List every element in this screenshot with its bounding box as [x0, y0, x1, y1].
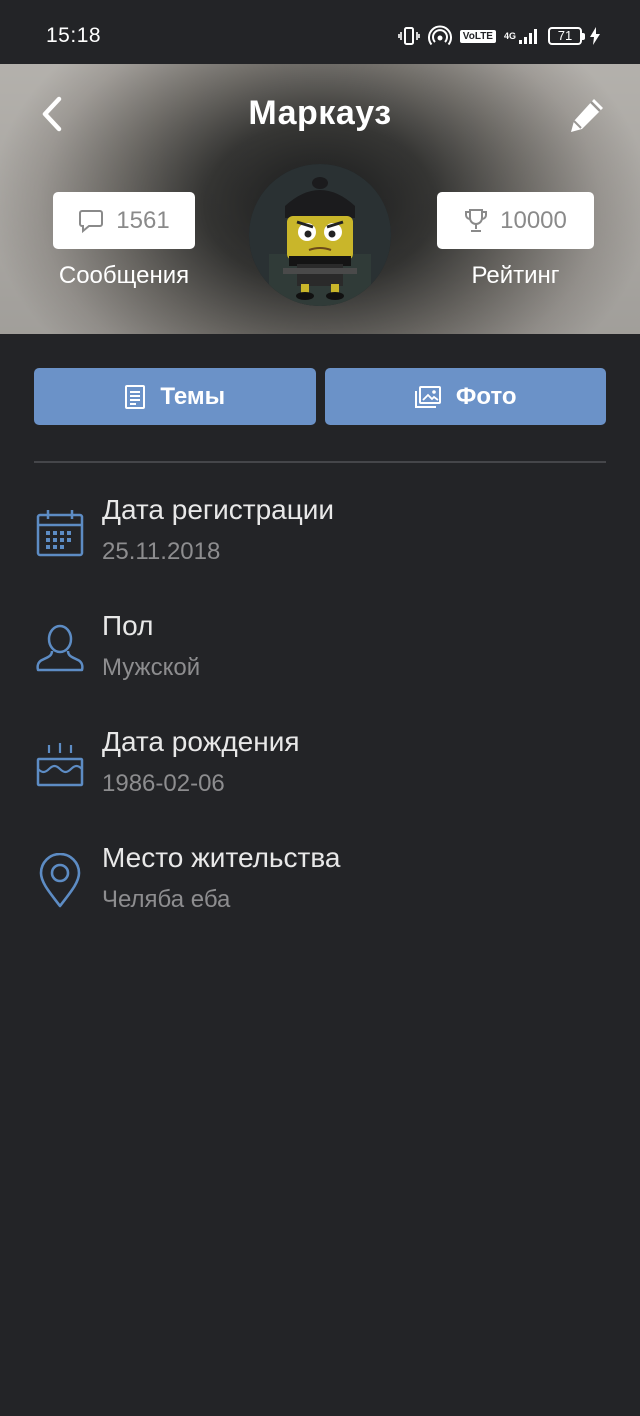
cell-signal-icon: 4G	[504, 27, 540, 45]
avatar[interactable]	[249, 164, 391, 306]
topics-button[interactable]: Темы	[34, 368, 316, 425]
trophy-icon	[465, 208, 488, 232]
messages-label: Сообщения	[58, 262, 190, 289]
status-bar: 15:18 VoLTE 4G 71	[0, 0, 640, 64]
info-title: Дата рождения	[102, 726, 300, 757]
messages-stat[interactable]: 1561	[53, 192, 195, 249]
info-item-gender: Пол Мужской	[34, 610, 606, 690]
rating-stat[interactable]: 10000	[437, 192, 594, 249]
info-value: Челяба еба	[102, 886, 231, 913]
divider	[34, 461, 606, 463]
speech-bubble-icon	[79, 209, 104, 233]
person-icon	[34, 614, 86, 684]
battery-indicator: 71	[548, 27, 585, 45]
info-item-birth-date: Дата рождения 1986-02-06	[34, 726, 606, 806]
profile-header: Маркауз 1561 Сообщения 10000 Рейтинг	[0, 64, 640, 334]
edit-profile-button[interactable]	[564, 92, 610, 138]
info-value: Мужской	[102, 654, 201, 681]
info-title: Дата регистрации	[102, 494, 335, 525]
info-title: Место жительства	[102, 842, 341, 873]
rating-label: Рейтинг	[471, 262, 560, 289]
page-title: Маркауз	[248, 94, 392, 132]
signal-type: 4G	[503, 31, 516, 41]
avatar-image	[249, 164, 391, 306]
info-item-residence: Место жительства Челяба еба	[34, 842, 606, 922]
volte-badge: VoLTE	[459, 29, 496, 43]
rating-count: 10000	[500, 206, 567, 234]
info-item-registration-date: Дата регистрации 25.11.2018	[34, 494, 606, 574]
hotspot-icon	[427, 25, 452, 47]
messages-count: 1561	[116, 206, 170, 234]
info-value: 25.11.2018	[102, 538, 221, 565]
pencil-icon	[571, 99, 603, 132]
status-time: 15:18	[46, 24, 102, 47]
info-title: Пол	[102, 610, 154, 641]
location-pin-icon	[34, 846, 86, 916]
document-icon	[125, 384, 146, 409]
vibrate-icon	[397, 26, 420, 46]
photos-button[interactable]: Фото	[324, 368, 606, 425]
charging-icon	[590, 27, 600, 45]
calendar-icon	[34, 498, 86, 568]
status-icons: VoLTE 4G 71	[397, 22, 600, 50]
info-value: 1986-02-06	[102, 770, 225, 797]
photos-icon	[414, 385, 441, 408]
photos-label: Фото	[455, 382, 517, 410]
birthday-cake-icon	[34, 730, 86, 800]
topics-label: Темы	[160, 382, 226, 410]
profile-tabs: Темы Фото	[34, 368, 606, 425]
